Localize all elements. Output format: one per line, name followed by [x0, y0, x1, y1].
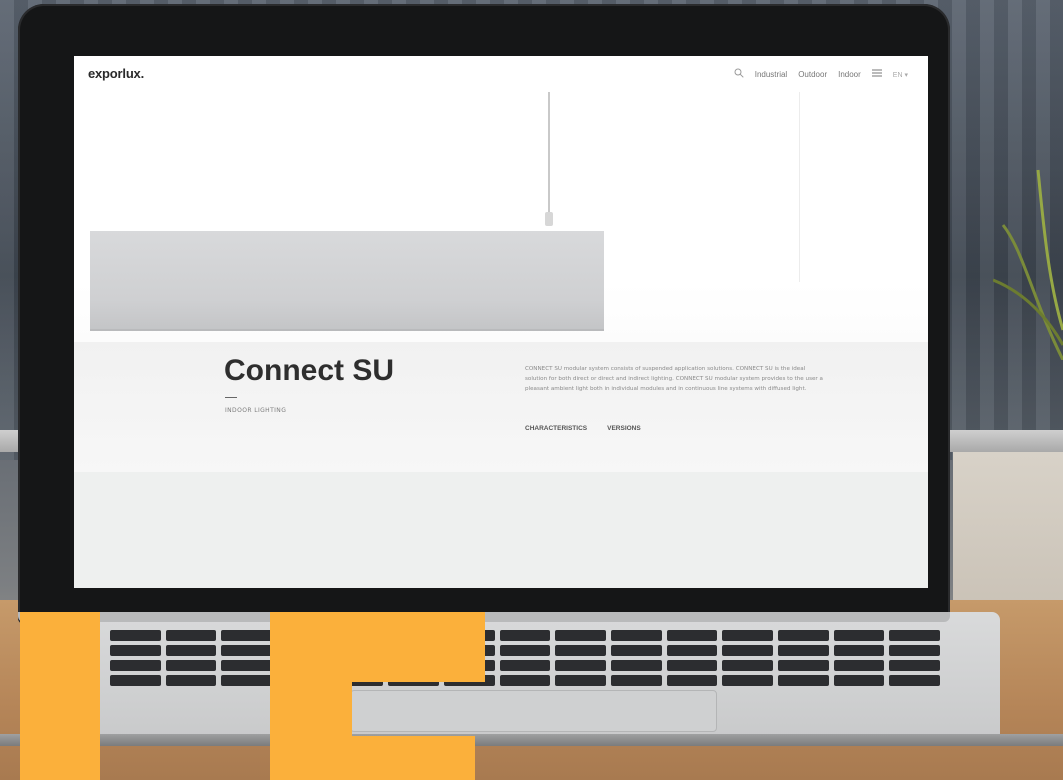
keyboard-key [110, 660, 161, 671]
laptop-base-edge [0, 734, 1063, 746]
keyboard-key [833, 645, 885, 656]
versions-link[interactable]: VERSIONS [607, 425, 641, 432]
keyboard-key [666, 630, 718, 641]
keyboard-key [778, 645, 829, 656]
keyboard-key [722, 645, 773, 656]
keyboard-key [221, 675, 272, 686]
keyboard-key [778, 660, 829, 671]
keyboard-key [722, 630, 773, 641]
keyboard-key [666, 675, 718, 686]
language-selector[interactable]: EN ▾ [893, 71, 908, 79]
hero-section: Connect SU INDOOR LIGHTING CONNECT SU mo… [74, 92, 928, 472]
keyboard-key [499, 630, 551, 641]
title-divider [225, 397, 237, 398]
keyboard-key [833, 675, 885, 686]
decorative-bar-left [20, 612, 100, 780]
keyboard-key [722, 675, 773, 686]
keyboard-key [221, 645, 272, 656]
keyboard-key [889, 675, 940, 686]
page-lower-section [74, 472, 928, 588]
keyboard-key [666, 645, 718, 656]
site-logo[interactable]: exporlux. [88, 66, 144, 81]
keyboard-key [833, 630, 885, 641]
laptop-base [0, 612, 1063, 752]
suspension-cable [548, 92, 550, 217]
keyboard-key [165, 630, 217, 641]
plant-decoration [993, 169, 1063, 360]
chevron-down-icon: ▾ [904, 71, 908, 79]
decorative-bar-middle [270, 612, 352, 780]
keyboard-key [165, 675, 217, 686]
keyboard-key [221, 660, 272, 671]
search-icon[interactable] [734, 68, 744, 81]
keyboard-key [499, 645, 551, 656]
laptop-screen: exporlux. Industrial Outdoor Indoor EN ▾ [74, 56, 928, 588]
keyboard-key [555, 645, 606, 656]
keyboard-key [110, 675, 161, 686]
keyboard-key [110, 630, 161, 641]
keyboard-key [611, 630, 662, 641]
keyboard-key [221, 630, 272, 641]
keyboard-key [499, 675, 551, 686]
keyboard-key [165, 645, 217, 656]
decorative-bar-bottom [352, 736, 475, 780]
product-links: CHARACTERISTICS VERSIONS [525, 425, 641, 432]
keyboard-key [778, 675, 829, 686]
nav-item-outdoor[interactable]: Outdoor [798, 70, 827, 79]
keyboard-key [722, 660, 773, 671]
language-label: EN [892, 71, 903, 79]
keyboard-key [555, 675, 606, 686]
hero-wall-panel [604, 92, 800, 282]
product-title: Connect SU [224, 354, 395, 387]
decorative-bar-top [352, 612, 485, 682]
keyboard-key [611, 675, 662, 686]
keyboard-key [889, 660, 940, 671]
keyboard-key [555, 660, 606, 671]
keyboard-key [165, 660, 217, 671]
product-category: INDOOR LIGHTING [225, 407, 287, 414]
main-nav: Industrial Outdoor Indoor EN ▾ [734, 68, 908, 81]
menu-icon[interactable] [871, 69, 882, 80]
characteristics-link[interactable]: CHARACTERISTICS [525, 425, 587, 432]
laptop-lid: exporlux. Industrial Outdoor Indoor EN ▾ [18, 4, 950, 624]
nav-item-indoor[interactable]: Indoor [838, 70, 861, 79]
keyboard-key [611, 660, 662, 671]
keyboard-key [666, 660, 718, 671]
trackpad [350, 690, 717, 732]
keyboard-key [833, 660, 885, 671]
keyboard-key [611, 645, 662, 656]
keyboard-key [110, 645, 161, 656]
keyboard-key [889, 630, 940, 641]
suspension-clip [545, 212, 553, 226]
site-header: exporlux. Industrial Outdoor Indoor EN ▾ [74, 56, 928, 92]
hero-floor [74, 342, 928, 472]
keyboard-key [499, 660, 551, 671]
product-luminaire-image [90, 231, 604, 329]
product-description: CONNECT SU modular system consists of su… [525, 366, 823, 392]
keyboard-key [778, 630, 829, 641]
keyboard-key [555, 630, 606, 641]
keyboard-key [889, 645, 940, 656]
nav-item-industrial[interactable]: Industrial [755, 70, 787, 79]
